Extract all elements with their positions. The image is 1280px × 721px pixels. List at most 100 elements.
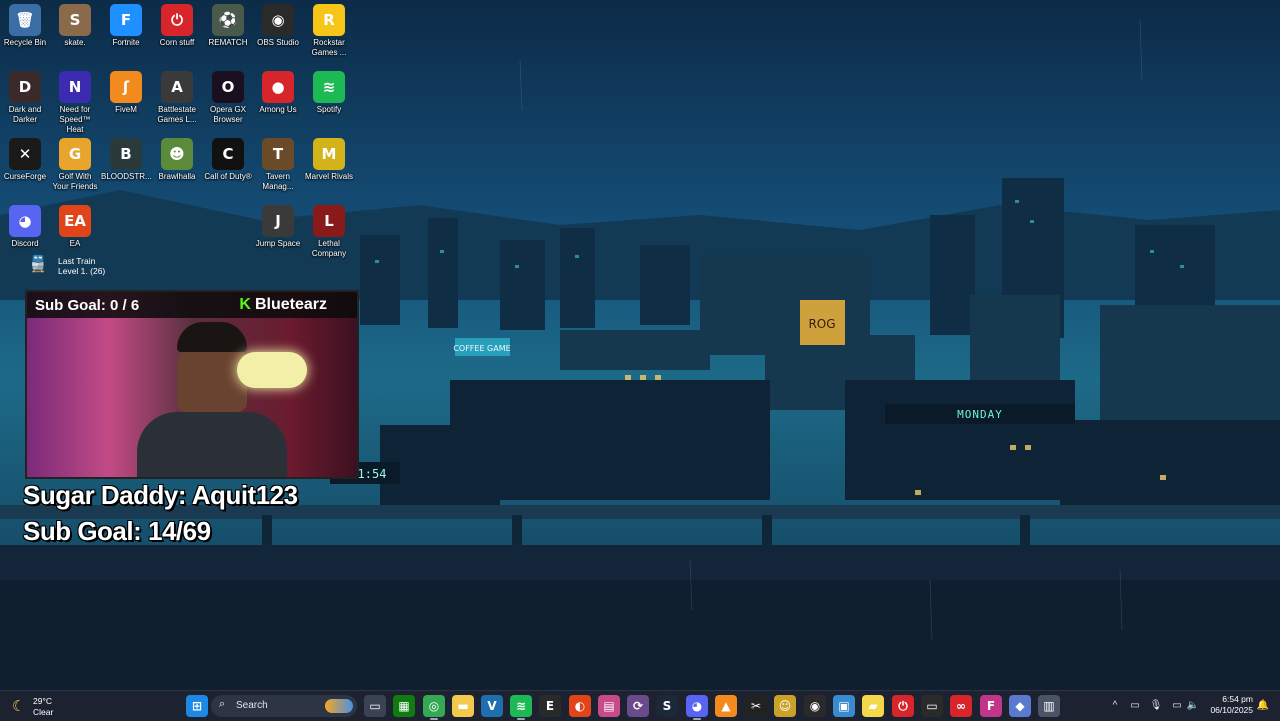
desktop-icon-label: Jump Space (255, 239, 301, 248)
desktop-icon[interactable]: C Call of Duty® (203, 138, 253, 182)
recycle-bin-icon: 🗑 (9, 4, 41, 36)
fortnite-button[interactable]: F (980, 695, 1002, 717)
desktop-icon[interactable]: Sskate. (50, 4, 100, 48)
desktop-icon[interactable]: ≋ Spotify (304, 71, 354, 115)
xbox-button[interactable]: ▦ (393, 695, 415, 717)
desktop-icon-label: Lethal Company (311, 239, 347, 258)
desktop-icon[interactable]: B BLOODSTR... (101, 138, 152, 182)
marvel-rivals-icon: M (313, 138, 345, 170)
ea-button[interactable]: ◐ (569, 695, 591, 717)
vlc-button[interactable]: ▲ (715, 695, 737, 717)
obs-button[interactable]: ◉ (804, 695, 826, 717)
epic-button[interactable]: E (539, 695, 561, 717)
desktop-icon[interactable]: O Opera GX Browser (203, 71, 253, 125)
streamer-hair (177, 322, 247, 352)
desktop-icon[interactable]: ◉ OBS Studio (253, 4, 303, 48)
desktop-icon-label: EA (69, 239, 81, 248)
sticky-notes-icon: ▰ (868, 699, 878, 713)
sub-goal-text: Sub Goal: 14/69 (23, 516, 211, 546)
weather-condition: Clear (33, 707, 54, 717)
files-button[interactable]: ▬ (452, 695, 474, 717)
among-us-icon: ● (262, 71, 294, 103)
desktop-icon[interactable]: L Lethal Company (304, 205, 354, 259)
desktop-icon[interactable]: D Dark and Darker (0, 71, 50, 125)
gauge-icon: ▥ (1043, 699, 1055, 713)
volume-icon[interactable]: 🔈 (1186, 699, 1200, 713)
epic-games-icon: E (545, 699, 555, 713)
desktop-icon[interactable]: ʃ FiveM (101, 71, 151, 115)
desktop-icon[interactable]: ☻ Brawlhalla (152, 138, 202, 182)
desktop-icon-label: BLOODSTR... (101, 172, 152, 181)
app-button-4[interactable]: ▥ (1038, 695, 1060, 717)
desktop-icon-label: Marvel Rivals (304, 172, 353, 181)
steam-icon: S (662, 699, 672, 713)
notification-bell-icon[interactable]: 🔔 (1256, 699, 1270, 713)
desktop-icon[interactable]: M Marvel Rivals (304, 138, 354, 182)
curseforge-icon: ✕ (9, 138, 41, 170)
rog-sign: ROG (808, 317, 835, 331)
desktop-icon[interactable]: ⚽ REMATCH (203, 4, 253, 48)
microphone-icon[interactable]: 🎙 (1149, 699, 1163, 713)
creative-cloud-button[interactable]: ∞ (950, 695, 972, 717)
train-icon: 🚆 (28, 256, 48, 273)
desktop-icon[interactable]: G Golf With Your Friends (50, 138, 100, 192)
spotify-icon: ≋ (313, 71, 345, 103)
clipboard-button[interactable]: ▤ (598, 695, 620, 717)
photos-button[interactable]: ▣ (833, 695, 855, 717)
desktop-icon[interactable]: ● Among Us (253, 71, 303, 115)
spotify-button[interactable]: ≋ (510, 695, 532, 717)
desktop-icon[interactable]: N Need for Speed™ Heat (50, 71, 100, 135)
webcam-overlay: Sub Goal: 0 / 6 K Bluetearz (25, 290, 359, 479)
weather-widget[interactable]: ☾ 29°C Clear (10, 694, 70, 718)
capcut-button[interactable]: ✂ (745, 695, 767, 717)
search-highlight-art (325, 699, 353, 713)
app-button-1[interactable]: ⟳ (627, 695, 649, 717)
app-button-2[interactable]: ☺ (774, 695, 796, 717)
desktop-icon[interactable]: R Rockstar Games ... (304, 4, 354, 58)
vlc-icon: ▲ (721, 699, 731, 713)
tray-app-icon[interactable]: ▭ (1128, 699, 1142, 713)
last-train-widget[interactable]: 🚆 Last Train Level 1. (26) (28, 254, 138, 278)
steam-button[interactable]: S (656, 695, 678, 717)
streamer-torso (137, 412, 287, 477)
desktop-icon[interactable]: ⏻ Corn stuff (152, 4, 202, 48)
desktop-icon[interactable]: ◕ Discord (0, 205, 50, 249)
desktop-icon[interactable]: EA EA (50, 205, 100, 249)
desktop-icon[interactable]: F Fortnite (101, 4, 151, 48)
clipboard-icon: ▤ (603, 699, 615, 713)
desktop-icon-label: Brawlhalla (158, 172, 196, 181)
vs-button[interactable]: V (481, 695, 503, 717)
sticky-notes-button[interactable]: ▰ (862, 695, 884, 717)
chrome-icon: ◎ (428, 699, 440, 713)
taskbar-clock[interactable]: 6:54 pm 06/10/2025 (1203, 694, 1253, 716)
desktop-icon-label: Recycle Bin (3, 38, 47, 47)
power-app-button[interactable]: ⏻ (892, 695, 914, 717)
obs-icon: ◉ (262, 4, 294, 36)
battlestate-icon: A (161, 71, 193, 103)
desktop-icon[interactable]: T Tavern Manag... (253, 138, 303, 192)
taskbar-search[interactable]: ⌕ Search (211, 695, 357, 717)
skate-icon: S (59, 4, 91, 36)
desktop-icon[interactable]: 🗑 Recycle Bin (0, 4, 50, 48)
start-button[interactable]: ⊞ (186, 695, 208, 717)
tavern-icon: T (262, 138, 294, 170)
dark-and-darker-icon: D (9, 71, 41, 103)
desktop-icon-label: Rockstar Games ... (311, 38, 347, 57)
widget-subtitle: Level 1. (26) (58, 266, 106, 276)
folder-icon: ▬ (457, 699, 469, 713)
cam-sub-goal: Sub Goal: 0 / 6 (35, 297, 140, 314)
terminal-button[interactable]: ▭ (921, 695, 943, 717)
file-explorer-button[interactable]: ▭ (364, 695, 386, 717)
desktop-icon[interactable]: J Jump Space (253, 205, 303, 249)
discord-button[interactable]: ◕ (686, 695, 708, 717)
desktop-icon[interactable]: ✕ CurseForge (0, 138, 50, 182)
show-hidden-icons-chevron-icon[interactable]: ^ (1108, 699, 1122, 713)
app-button-3[interactable]: ◆ (1009, 695, 1031, 717)
diamond-icon: ◆ (1015, 699, 1025, 713)
network-icon[interactable]: ▭ (1170, 699, 1184, 713)
fortnite-icon: F (110, 4, 142, 36)
desktop-icon-label: Among Us (259, 105, 297, 114)
chrome-button[interactable]: ◎ (423, 695, 445, 717)
rockstar-icon: R (313, 4, 345, 36)
desktop-icon[interactable]: A Battlestate Games L... (152, 71, 202, 125)
